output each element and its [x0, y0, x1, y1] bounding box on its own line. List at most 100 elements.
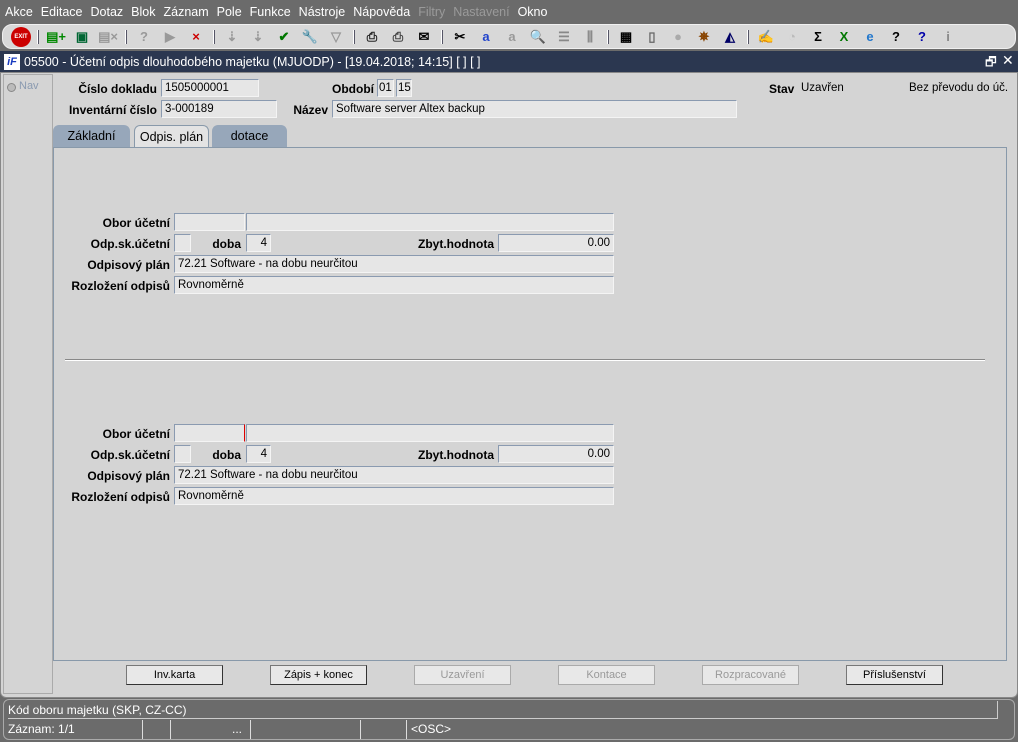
doba-label: doba — [212, 448, 241, 462]
exit-icon[interactable]: EXIT — [11, 26, 31, 47]
menu-pole[interactable]: Pole — [217, 5, 242, 19]
status-mode: <OSC> — [406, 720, 606, 739]
nav-radio-icon[interactable] — [7, 83, 16, 92]
rozlozeni-odpisu-label: Rozložení odpisů — [71, 490, 170, 504]
menu-editace[interactable]: Editace — [41, 5, 83, 19]
odp-sk-ucetni-label: Odp.sk.účetní — [90, 237, 170, 251]
tab-dotace[interactable]: dotace — [212, 125, 287, 147]
filter-icon[interactable]: ▽ — [325, 27, 347, 47]
nav-label[interactable]: Nav — [19, 80, 39, 92]
help-icon[interactable]: ? — [885, 27, 907, 47]
rozpracovane-button: Rozpracované — [702, 665, 799, 685]
cancel-query-icon[interactable]: × — [185, 27, 207, 47]
uzavreni-button: Uzavření — [414, 665, 511, 685]
indent-icon[interactable]: ☰ — [553, 27, 575, 47]
menu-okno[interactable]: Okno — [518, 5, 548, 19]
stav-value: Uzavřen — [801, 82, 844, 94]
cut-icon[interactable]: ✂ — [449, 27, 471, 47]
menu-blok[interactable]: Blok — [131, 5, 155, 19]
wheel-icon[interactable]: ✵ — [693, 27, 715, 47]
nazev-field[interactable]: Software server Altex backup — [332, 100, 737, 118]
ie-icon[interactable]: e — [859, 27, 881, 47]
info-icon[interactable]: i — [937, 27, 959, 47]
excel-icon[interactable]: X — [833, 27, 855, 47]
menu-akce[interactable]: Akce — [5, 5, 33, 19]
obdobi-month-field[interactable]: 01 — [377, 79, 394, 97]
print-icon[interactable]: ⎙ — [361, 27, 383, 47]
zapis-konec-button[interactable]: Zápis + konec — [270, 665, 367, 685]
close-icon[interactable]: ✕ — [1002, 52, 1014, 69]
query-icon[interactable]: ? — [133, 27, 155, 47]
export-icon[interactable]: ▦ — [615, 27, 637, 47]
tab-zakladni[interactable]: Základní — [53, 125, 130, 147]
doba-label: doba — [212, 237, 241, 251]
inventarni-cislo-field[interactable]: 3-000189 — [161, 100, 277, 118]
toolbar-separator — [441, 29, 443, 44]
rozlozeni-odpisu-field[interactable]: Rovnoměrně — [174, 487, 614, 505]
obor-ucetni-name-field[interactable] — [246, 213, 614, 231]
sort-asc-icon[interactable]: ⇣ — [221, 27, 243, 47]
copy-icon[interactable]: a — [475, 27, 497, 47]
odpisovy-plan-field[interactable]: 72.21 Software - na dobu neurčitou — [174, 466, 614, 484]
paste-icon[interactable]: a — [501, 27, 523, 47]
cislo-dokladu-field[interactable]: 1505000001 — [161, 79, 259, 97]
execute-query-icon[interactable]: ▶ — [159, 27, 181, 47]
menu-nastroje[interactable]: Nástroje — [299, 5, 346, 19]
toolbar-separator — [125, 29, 127, 44]
insert-record-icon[interactable]: ▤+ — [45, 27, 67, 47]
email-icon[interactable]: ✉ — [413, 27, 435, 47]
menu-napoveda[interactable]: Nápověda — [353, 5, 410, 19]
menu-nastaveni: Nastavení — [453, 4, 510, 19]
status-cell — [142, 720, 170, 739]
rozlozeni-odpisu-label: Rozložení odpisů — [71, 279, 170, 293]
clock-icon[interactable]: ◔ — [781, 27, 803, 47]
menu-zaznam[interactable]: Záznam — [163, 5, 208, 19]
zbyt-hodnota-field[interactable]: 0.00 — [498, 445, 614, 463]
odpisovy-plan-field[interactable]: 72.21 Software - na dobu neurčitou — [174, 255, 614, 273]
menu-dotaz[interactable]: Dotaz — [91, 5, 124, 19]
zbyt-hodnota-field[interactable]: 0.00 — [498, 234, 614, 252]
obor-ucetni-label: Obor účetní — [102, 427, 170, 441]
wrench-icon[interactable]: 🔧 — [299, 27, 321, 47]
sort-desc-icon[interactable]: ⇣ — [247, 27, 269, 47]
tab-odpis-plan[interactable]: Odpis. plán — [134, 125, 209, 148]
check-icon[interactable]: ✔ — [273, 27, 295, 47]
toolbar-separator — [353, 29, 355, 44]
window-title: 05500 - Účetní odpis dlouhodobého majetk… — [24, 54, 481, 69]
print-preview-icon[interactable]: ⎙ — [387, 27, 409, 47]
obor-ucetni-code-field[interactable] — [174, 213, 245, 231]
rozlozeni-odpisu-field[interactable]: Rovnoměrně — [174, 276, 614, 294]
odpisovy-plan-label: Odpisový plán — [87, 258, 170, 272]
stav-label: Stav — [769, 82, 795, 96]
document-icon[interactable]: ▯ — [641, 27, 663, 47]
restore-icon[interactable]: 🗗 — [985, 53, 997, 74]
sum-icon[interactable]: Σ — [807, 27, 829, 47]
toolbar: EXIT ▤+ ▣ ▤×? ▶ × ⇣ ⇣ ✔ 🔧 ▽ ⎙ ⎙ ✉ ✂ a a 🔍 ☰ ⫼ ▦ ▯ ● ✵ ◭ ✍ ◔ Σ Xe?? i — [2, 24, 1016, 49]
obor-ucetni-name-field[interactable] — [246, 424, 614, 442]
status-record: Záznam: 1/1 — [8, 722, 75, 736]
sign-icon[interactable]: ✍ — [755, 27, 777, 47]
doba-field[interactable]: 4 — [246, 234, 271, 252]
prislusenstvi-button[interactable]: Příslušenství — [846, 665, 943, 685]
eye-icon[interactable]: ◭ — [719, 27, 741, 47]
columns-icon[interactable]: ⫼ — [579, 27, 601, 47]
odp-sk-ucetni-field[interactable] — [174, 445, 191, 463]
app-logo-icon: iF — [4, 53, 20, 70]
obdobi-label: Období — [332, 82, 374, 96]
toolbar-separator — [213, 29, 215, 44]
save-record-icon[interactable]: ▣ — [71, 27, 93, 47]
help-window-icon[interactable]: ? — [911, 27, 933, 47]
inv-karta-button[interactable]: Inv.karta — [126, 665, 223, 685]
globe-icon[interactable]: ● — [667, 27, 689, 47]
find-icon[interactable]: 🔍 — [527, 27, 549, 47]
delete-record-icon[interactable]: ▤× — [97, 27, 119, 47]
status-cell — [250, 720, 360, 739]
obor-ucetni-label: Obor účetní — [102, 216, 170, 230]
zbyt-hodnota-label: Zbyt.hodnota — [418, 237, 494, 251]
obor-ucetni-code-field[interactable] — [174, 424, 245, 442]
menu-funkce[interactable]: Funkce — [250, 5, 291, 19]
status-bar: Kód oboru majetku (SKP, CZ-CC) Záznam: 1… — [3, 699, 1015, 740]
doba-field[interactable]: 4 — [246, 445, 271, 463]
odp-sk-ucetni-field[interactable] — [174, 234, 191, 252]
obdobi-year-field[interactable]: 15 — [396, 79, 412, 97]
